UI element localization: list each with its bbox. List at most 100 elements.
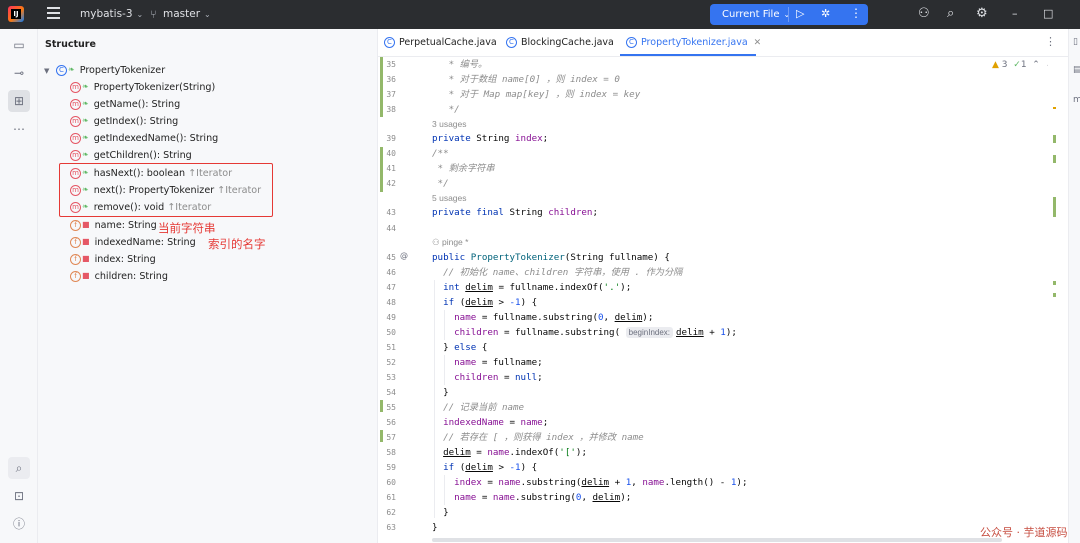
more-actions-icon[interactable]: ⋮ [850, 6, 862, 20]
tab-perpetual-cache[interactable]: C PerpetualCache.java [384, 29, 497, 57]
line-number: 55 [386, 403, 396, 412]
line-number: 61 [386, 493, 396, 502]
line-number-gutter: 35 36 37 38 39 40 41 42 43 44 45 @ 46 47… [378, 57, 422, 543]
problems-info-icon[interactable]: ⓘ [11, 516, 27, 532]
git-branch-icon: ⑂ [150, 8, 157, 21]
project-folder-icon[interactable]: ▭ [11, 37, 27, 53]
method-icon: m [70, 149, 81, 161]
commit-icon[interactable]: ⊸ [11, 65, 27, 81]
line-number: 52 [386, 358, 396, 367]
change-stripe-mark[interactable] [1053, 281, 1056, 285]
code-line: */ [432, 104, 460, 115]
code-line: * 编号。 [432, 59, 488, 70]
more-tabs-icon[interactable]: ⋮ [1045, 35, 1056, 48]
member-label: children: String [94, 271, 168, 282]
method-icon: m [70, 132, 81, 144]
close-icon[interactable]: ✕ [754, 38, 762, 48]
change-stripe-mark[interactable] [1053, 293, 1056, 297]
line-number: 53 [386, 373, 396, 382]
inspection-widget[interactable]: ▲ 3 ✓1 ⌃ ⌄ [992, 60, 1053, 70]
find-search-icon[interactable]: ⌕ [8, 457, 30, 479]
notifications-icon[interactable]: ▯ [1073, 37, 1078, 47]
public-icon: ❧ [82, 116, 89, 125]
minimize-button[interactable]: – [1012, 7, 1018, 20]
code-line: int delim = fullname.indexOf('.'); [443, 282, 632, 293]
member-label: getIndexedName(): String [93, 133, 219, 144]
change-stripe-mark[interactable] [1053, 135, 1056, 143]
add-user-icon[interactable]: ⚇ [918, 6, 930, 21]
tab-blocking-cache[interactable]: C BlockingCache.java [506, 29, 614, 57]
public-icon: ❧ [82, 82, 89, 91]
branch-selector[interactable]: master ⌄ [163, 8, 211, 20]
tree-item-method[interactable]: m ❧ PropertyTokenizer(String) [70, 79, 215, 95]
line-number: 57 [386, 433, 396, 442]
line-number: 47 [386, 283, 396, 292]
structure-icon[interactable]: ⊞ [8, 90, 30, 112]
tree-item-method[interactable]: m ❧ getChildren(): String [70, 147, 192, 163]
override-marker-icon[interactable]: @ [400, 251, 408, 260]
field-icon: f [70, 219, 81, 231]
line-number: 44 [386, 224, 396, 233]
terminal-icon[interactable]: ⊡ [11, 488, 27, 504]
main-menu-icon[interactable] [47, 7, 60, 21]
method-icon: m [70, 81, 81, 93]
chevron-down-icon[interactable]: ▼ [44, 63, 56, 79]
field-icon: f [70, 270, 81, 282]
tree-item-method[interactable]: m ❧ getIndex(): String [70, 113, 178, 129]
line-number: 54 [386, 388, 396, 397]
field-icon: f [70, 236, 81, 248]
code-line: } [432, 507, 449, 518]
maximize-button[interactable]: □ [1043, 7, 1053, 20]
code-line: if (delim > -1) { [443, 297, 538, 308]
settings-gear-icon[interactable]: ⚙ [976, 6, 988, 21]
line-number: 40 [386, 149, 396, 158]
maven-icon[interactable]: m [1073, 95, 1080, 105]
database-icon[interactable]: ▤ [1073, 65, 1080, 75]
field-icon: f [70, 253, 81, 265]
search-icon[interactable]: ⌕ [947, 6, 954, 21]
tree-item-method[interactable]: m ❧ getIndexedName(): String [70, 130, 218, 146]
code-line: indexedName = name; [443, 417, 549, 428]
tab-property-tokenizer[interactable]: C PropertyTokenizer.java ✕ [626, 29, 761, 57]
tree-root-class[interactable]: ▼ C ❧ PropertyTokenizer [44, 62, 165, 78]
horizontal-scrollbar[interactable] [432, 538, 1002, 542]
line-number: 42 [386, 179, 396, 188]
public-icon: ❧ [68, 65, 75, 74]
line-number: 49 [386, 313, 396, 322]
line-number: 62 [386, 508, 396, 517]
run-button[interactable]: ▷ [796, 7, 804, 20]
author-hint[interactable]: ⚇ pinge * [432, 235, 468, 250]
member-label: getIndex(): String [93, 116, 179, 127]
title-bar: IJ mybatis-3 ⌄ ⑂ master ⌄ Current File ⌄ ▷ … [0, 0, 1080, 29]
code-editor[interactable]: * 编号。 * 对于数组 name[0] ，则 index = 0 * 对于 M… [422, 57, 1048, 543]
chevron-up-icon[interactable]: ⌃ [1032, 60, 1040, 70]
warning-stripe-mark[interactable] [1053, 107, 1056, 109]
project-selector[interactable]: mybatis-3 ⌄ [80, 8, 143, 20]
code-line: } [432, 387, 449, 398]
code-line: name = fullname; [454, 357, 543, 368]
line-number: 63 [386, 523, 396, 532]
usages-hint[interactable]: 5 usages [432, 191, 467, 206]
code-line: /** [432, 148, 449, 159]
line-number: 38 [386, 105, 396, 114]
class-icon: C [506, 37, 517, 48]
usages-hint[interactable]: 3 usages [432, 117, 467, 132]
change-stripe-mark[interactable] [1053, 155, 1056, 163]
change-stripe-mark[interactable] [1053, 197, 1056, 217]
tree-item-field[interactable]: f ■ indexedName: String [70, 234, 196, 250]
debug-bug-icon[interactable]: ✲ [821, 7, 830, 20]
tree-item-field[interactable]: f ■ name: String [70, 217, 157, 233]
code-line: } else { [432, 342, 488, 353]
member-label: indexedName: String [94, 237, 196, 248]
line-number: 51 [386, 343, 396, 352]
code-line: children = null; [454, 372, 543, 383]
code-line: name = fullname.substring(0, delim); [454, 312, 654, 323]
tree-item-method[interactable]: m ❧ getName(): String [70, 96, 180, 112]
tree-item-field[interactable]: f ■ index: String [70, 251, 156, 267]
annotation-name: 当前字符串 [158, 221, 216, 235]
run-config-selector[interactable]: Current File ⌄ [722, 9, 790, 20]
line-number: 58 [386, 448, 396, 457]
tree-item-field[interactable]: f ■ children: String [70, 268, 168, 284]
error-stripe[interactable] [1048, 57, 1068, 543]
more-tool-windows-icon[interactable]: ⋯ [11, 121, 27, 137]
